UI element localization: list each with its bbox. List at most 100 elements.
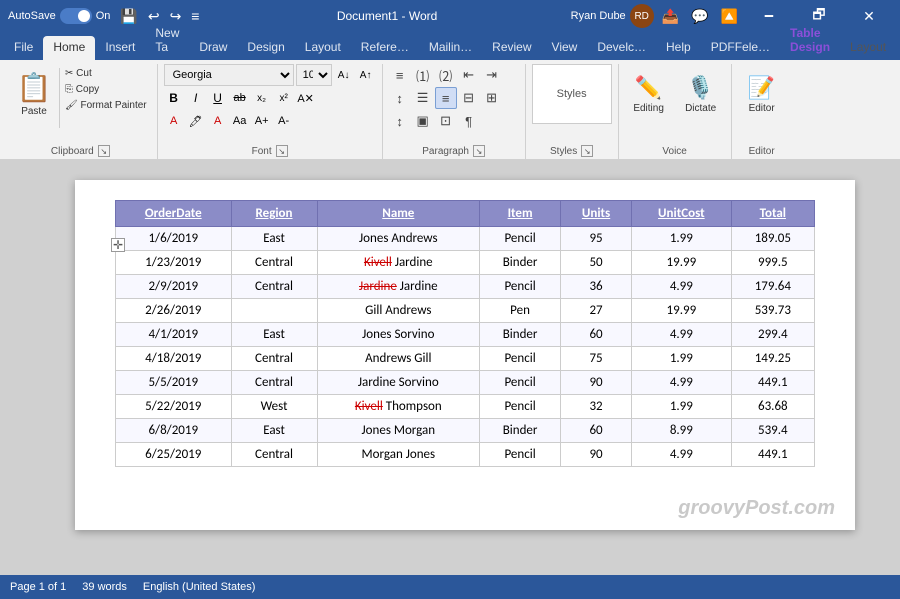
dictate-label: Dictate (685, 103, 716, 114)
tab-draw[interactable]: Draw (189, 36, 237, 60)
shading-button[interactable]: ▣ (412, 110, 434, 132)
cut-button[interactable]: ✂ Cut (61, 66, 151, 81)
styles-label: Styles (557, 88, 587, 100)
font-color-button[interactable]: A (208, 111, 228, 131)
numbered-list-button[interactable]: ⑴ (412, 64, 434, 86)
font-size-dn-btn[interactable]: A- (274, 111, 294, 131)
increase-font-btn[interactable]: A↑ (356, 65, 376, 85)
font-row1: Georgia 10 A↓ A↑ (164, 64, 376, 86)
tab-pdffele[interactable]: PDFFele… (701, 36, 780, 60)
text-color-button[interactable]: A (164, 111, 184, 131)
doc-title: Document1 - Word (337, 9, 437, 23)
font-size-up-btn[interactable]: A+ (252, 111, 272, 131)
tab-view[interactable]: View (542, 36, 588, 60)
tab-mailings[interactable]: Mailin… (419, 36, 482, 60)
format-painter-button[interactable]: 🖌 Format Painter (61, 98, 151, 113)
align-left-button[interactable]: ☰ (412, 87, 434, 109)
justify-button[interactable]: ⊞ (481, 87, 503, 109)
superscript-button[interactable]: x² (274, 88, 294, 108)
decrease-indent-button[interactable]: ⇤ (458, 64, 480, 86)
tab-review[interactable]: Review (482, 36, 541, 60)
watermark: groovyPost.com (678, 497, 835, 520)
paste-button[interactable]: 📋 Paste (10, 64, 58, 124)
change-case-button[interactable]: Aa (230, 111, 250, 131)
close-button[interactable]: ✕ (846, 0, 892, 32)
small-clipboard-btns: ✂ Cut ⎘ Copy 🖌 Format Painter (61, 66, 151, 128)
bold-button[interactable]: B (164, 88, 184, 108)
tab-home[interactable]: Home (43, 36, 95, 60)
tab-file[interactable]: File (4, 36, 43, 60)
highlight-button[interactable]: 🖊 (186, 111, 206, 131)
ribbon-toggle-icon[interactable]: 🔼 (717, 6, 742, 27)
paragraph-label: Paragraph ↘ (389, 143, 519, 159)
copy-button[interactable]: ⎘ Copy (61, 82, 151, 97)
language: English (United States) (143, 581, 256, 593)
title-bar: AutoSave On 💾 ↩ ↪ ≡ Document1 - Word Rya… (0, 0, 900, 32)
multi-list-button[interactable]: ⑵ (435, 64, 457, 86)
tab-layout2[interactable]: Layout (840, 36, 896, 60)
tab-references[interactable]: Refere… (351, 36, 419, 60)
table-row: 4/1/2019EastJones SorvinoBinder604.99299… (116, 323, 815, 347)
styles-content: Styles (532, 64, 612, 143)
underline-button[interactable]: U (208, 88, 228, 108)
table-row: 2/9/2019CentralJardine JardinePencil364.… (116, 275, 815, 299)
align-right-button[interactable]: ⊟ (458, 87, 480, 109)
font-family-select[interactable]: Georgia (164, 64, 294, 86)
autosave-area: AutoSave On (8, 8, 110, 24)
user-area[interactable]: Ryan Dube RD (571, 4, 654, 28)
line-spacing-button[interactable]: ↕ (389, 110, 411, 132)
font-size-select[interactable]: 10 (296, 64, 332, 86)
editing-button[interactable]: ✏️ Editing (625, 64, 673, 124)
header-units: Units (561, 201, 632, 227)
borders-button[interactable]: ⊡ (435, 110, 457, 132)
header-name: Name (317, 201, 480, 227)
styles-group: Styles Styles ↘ (528, 64, 619, 159)
table-row: 6/8/2019EastJones MorganBinder608.99539.… (116, 419, 815, 443)
tab-help[interactable]: Help (656, 36, 701, 60)
share-icon[interactable]: 📤 (658, 6, 683, 27)
header-total: Total (731, 201, 814, 227)
table-move-handle[interactable]: ✛ (111, 238, 125, 252)
color-row: A 🖊 A Aa A+ A- (164, 111, 376, 131)
clear-format-button[interactable]: A✕ (296, 88, 316, 108)
tab-table-design[interactable]: Table Design (780, 22, 840, 60)
voice-group: ✏️ Editing 🎙️ Dictate Voice (621, 64, 732, 159)
decrease-font-btn[interactable]: A↓ (334, 65, 354, 85)
strikethrough-button[interactable]: ab (230, 88, 250, 108)
italic-button[interactable]: I (186, 88, 206, 108)
page-info: Page 1 of 1 (10, 581, 66, 593)
editor-label-group: Editor (738, 144, 786, 159)
subscript-button[interactable]: x₂ (252, 88, 272, 108)
table-row: 4/18/2019CentralAndrews GillPencil751.99… (116, 347, 815, 371)
tab-new[interactable]: New Ta (145, 22, 189, 60)
clipboard-content: 📋 Paste ✂ Cut ⎘ Copy 🖌 Format Painter (10, 64, 151, 143)
sort-button[interactable]: ↕ (389, 87, 411, 109)
avatar: RD (630, 4, 654, 28)
table-row: 5/22/2019WestKivell ThompsonPencil321.99… (116, 395, 815, 419)
styles-gallery[interactable]: Styles (532, 64, 612, 124)
paragraph-content: ≡ ⑴ ⑵ ⇤ ⇥ ↕ ☰ ≡ ⊟ ⊞ ↕ ▣ ⊡ ¶ (389, 64, 519, 143)
clipboard-expand[interactable]: ↘ (98, 145, 110, 157)
increase-indent-button[interactable]: ⇥ (481, 64, 503, 86)
bullets-button[interactable]: ≡ (389, 64, 411, 86)
voice-label: Voice (625, 144, 725, 159)
comments-icon[interactable]: 💬 (687, 6, 712, 27)
editing-icon: ✏️ (635, 75, 662, 101)
customize-icon[interactable]: ≡ (187, 6, 203, 26)
para-expand[interactable]: ↘ (473, 145, 485, 157)
styles-expand[interactable]: ↘ (581, 145, 593, 157)
show-para-button[interactable]: ¶ (458, 110, 480, 132)
font-expand[interactable]: ↘ (276, 145, 288, 157)
tab-insert[interactable]: Insert (95, 36, 145, 60)
save-icon[interactable]: 💾 (116, 6, 141, 27)
tab-layout[interactable]: Layout (295, 36, 351, 60)
header-region: Region (231, 201, 317, 227)
editor-button[interactable]: 📝 Editor (738, 64, 786, 124)
table-row: 2/26/2019Gill AndrewsPen2719.99539.73 (116, 299, 815, 323)
dictate-button[interactable]: 🎙️ Dictate (677, 64, 725, 124)
tab-developer[interactable]: Develc… (587, 36, 656, 60)
autosave-toggle[interactable] (60, 8, 92, 24)
tab-design[interactable]: Design (237, 36, 294, 60)
font-group: Georgia 10 A↓ A↑ B I U ab x₂ x² A✕ (160, 64, 383, 159)
align-center-button[interactable]: ≡ (435, 87, 457, 109)
